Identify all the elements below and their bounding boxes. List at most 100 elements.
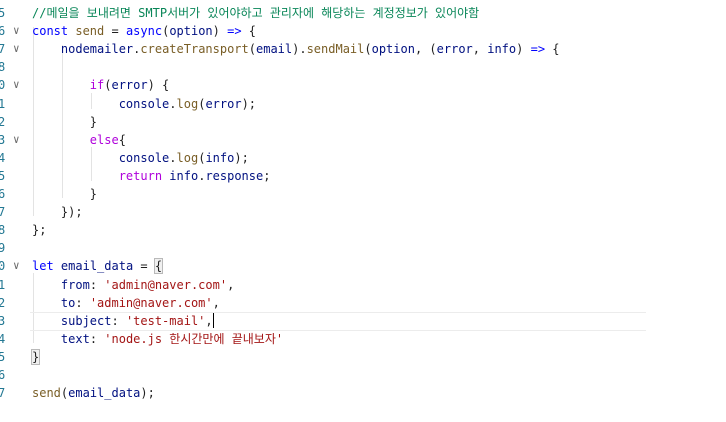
- code-token: ,: [472, 42, 488, 57]
- code-line[interactable]: 0 ∨ if(error) {: [0, 76, 726, 94]
- code-line[interactable]: 4 console.log(info);: [0, 149, 726, 167]
- code-text[interactable]: }: [32, 113, 97, 131]
- code-token: async: [125, 24, 163, 39]
- code-token: =>: [530, 42, 546, 57]
- code-token: (: [248, 42, 256, 57]
- code-line[interactable]: 6 ∨ const send = async(option) => {: [0, 22, 726, 40]
- code-line[interactable]: 8};: [0, 221, 726, 239]
- line-number: 4: [0, 150, 6, 165]
- code-token: =>: [227, 24, 242, 39]
- code-line[interactable]: 0 ∨ let email_data = {: [0, 257, 726, 275]
- code-token: );: [241, 96, 257, 111]
- code-token: let: [32, 259, 54, 274]
- code-line[interactable]: 4 text: 'node.js 한시간만에 끝내보자': [0, 330, 726, 348]
- code-line[interactable]: 6 }: [0, 185, 726, 203]
- code-token: .: [169, 150, 177, 165]
- code-token: option: [169, 24, 213, 39]
- code-line[interactable]: 7 });: [0, 203, 726, 221]
- code-text[interactable]: console.log(error);: [32, 95, 256, 113]
- code-text[interactable]: console.log(info);: [32, 149, 249, 167]
- line-number: 5: [0, 6, 6, 20]
- code-text[interactable]: };: [32, 221, 46, 239]
- code-text[interactable]: nodemailer.createTransport(email).sendMa…: [32, 40, 560, 58]
- code-token: info: [205, 150, 235, 165]
- code-token: log: [176, 96, 199, 111]
- code-line[interactable]: 8: [0, 58, 726, 76]
- line-number: 8: [0, 60, 6, 75]
- code-text[interactable]: }: [30, 348, 41, 366]
- code-token: :: [75, 295, 90, 310]
- code-text[interactable]: else{: [32, 131, 126, 149]
- code-text[interactable]: to: 'admin@naver.com',: [32, 294, 220, 312]
- line-number: 7: [0, 386, 6, 401]
- line-number: 4: [0, 331, 6, 346]
- line-number: 6: [0, 187, 6, 201]
- code-token: console: [118, 96, 170, 111]
- fold-chevron-icon[interactable]: ∨: [13, 131, 25, 149]
- code-token: response: [205, 168, 264, 183]
- code-token: {: [545, 42, 560, 57]
- code-line[interactable]: 5 //메일을 보내려면 SMTP서버가 있어야하고 관리자에 해당하는 계정정보…: [0, 4, 726, 22]
- code-token: =: [133, 259, 155, 274]
- code-token: ,: [205, 313, 213, 328]
- line-number: 3: [0, 313, 6, 328]
- fold-chevron-icon[interactable]: ∨: [13, 40, 25, 58]
- code-line[interactable]: 1 from: 'admin@naver.com',: [0, 276, 726, 294]
- code-token: send: [75, 24, 105, 39]
- code-editor[interactable]: 5 //메일을 보내려면 SMTP서버가 있어야하고 관리자에 해당하는 계정정보…: [0, 0, 726, 422]
- code-token: error: [111, 78, 148, 93]
- text-cursor: [212, 312, 214, 328]
- code-token: else: [89, 132, 119, 147]
- code-line[interactable]: 1 console.log(error);: [0, 95, 726, 113]
- code-token: =: [104, 24, 126, 39]
- code-token: ,: [212, 295, 220, 310]
- code-line[interactable]: 5 return info.response;: [0, 167, 726, 185]
- fold-chevron-icon[interactable]: ∨: [13, 22, 25, 40]
- code-text[interactable]: //메일을 보내려면 SMTP서버가 있어야하고 관리자에 해당하는 계정정보가…: [32, 4, 479, 22]
- code-token: console: [118, 150, 170, 165]
- code-line[interactable]: 2 to: 'admin@naver.com',: [0, 294, 726, 312]
- code-text[interactable]: if(error) {: [32, 76, 170, 94]
- line-number: 0: [0, 78, 6, 93]
- code-line[interactable]: 7 ∨ nodemailer.createTransport(email).sen…: [0, 40, 726, 58]
- code-token: const: [32, 24, 69, 39]
- code-token: {: [153, 258, 164, 275]
- code-line[interactable]: 9: [0, 239, 726, 257]
- fold-chevron-icon[interactable]: ∨: [13, 76, 25, 94]
- code-line[interactable]: 3 ∨ else{: [0, 131, 726, 149]
- code-token: ): [212, 24, 228, 39]
- code-text[interactable]: from: 'admin@naver.com',: [32, 276, 234, 294]
- code-text[interactable]: return info.response;: [32, 167, 271, 185]
- code-token: to: [60, 295, 76, 310]
- code-text[interactable]: let email_data = {: [32, 257, 164, 275]
- line-number: 6: [0, 24, 6, 39]
- code-text[interactable]: });: [32, 203, 83, 221]
- code-line[interactable]: 7 send(email_data);: [0, 384, 726, 402]
- code-line[interactable]: 5}: [0, 348, 726, 366]
- code-text[interactable]: subject: 'test-mail',: [32, 312, 214, 330]
- fold-chevron-icon[interactable]: ∨: [13, 257, 25, 275]
- code-line[interactable]: 2 }: [0, 113, 726, 131]
- line-number: 2: [0, 295, 6, 310]
- code-token: }: [32, 114, 98, 129]
- code-token: );: [140, 386, 155, 401]
- code-line[interactable]: 6: [0, 366, 726, 384]
- code-line[interactable]: 3 subject: 'test-mail',: [0, 311, 726, 331]
- code-token: {: [241, 24, 257, 39]
- code-token: :: [89, 277, 105, 292]
- code-token: if: [89, 78, 105, 93]
- code-text[interactable]: const send = async(option) => {: [32, 22, 256, 40]
- code-token: ,: [227, 277, 235, 292]
- code-text[interactable]: }: [32, 185, 97, 203]
- code-text[interactable]: send(email_data);: [32, 384, 155, 402]
- code-text[interactable]: text: 'node.js 한시간만에 끝내보자': [32, 330, 283, 348]
- code-token: email: [256, 42, 293, 57]
- code-token: subject: [60, 313, 112, 328]
